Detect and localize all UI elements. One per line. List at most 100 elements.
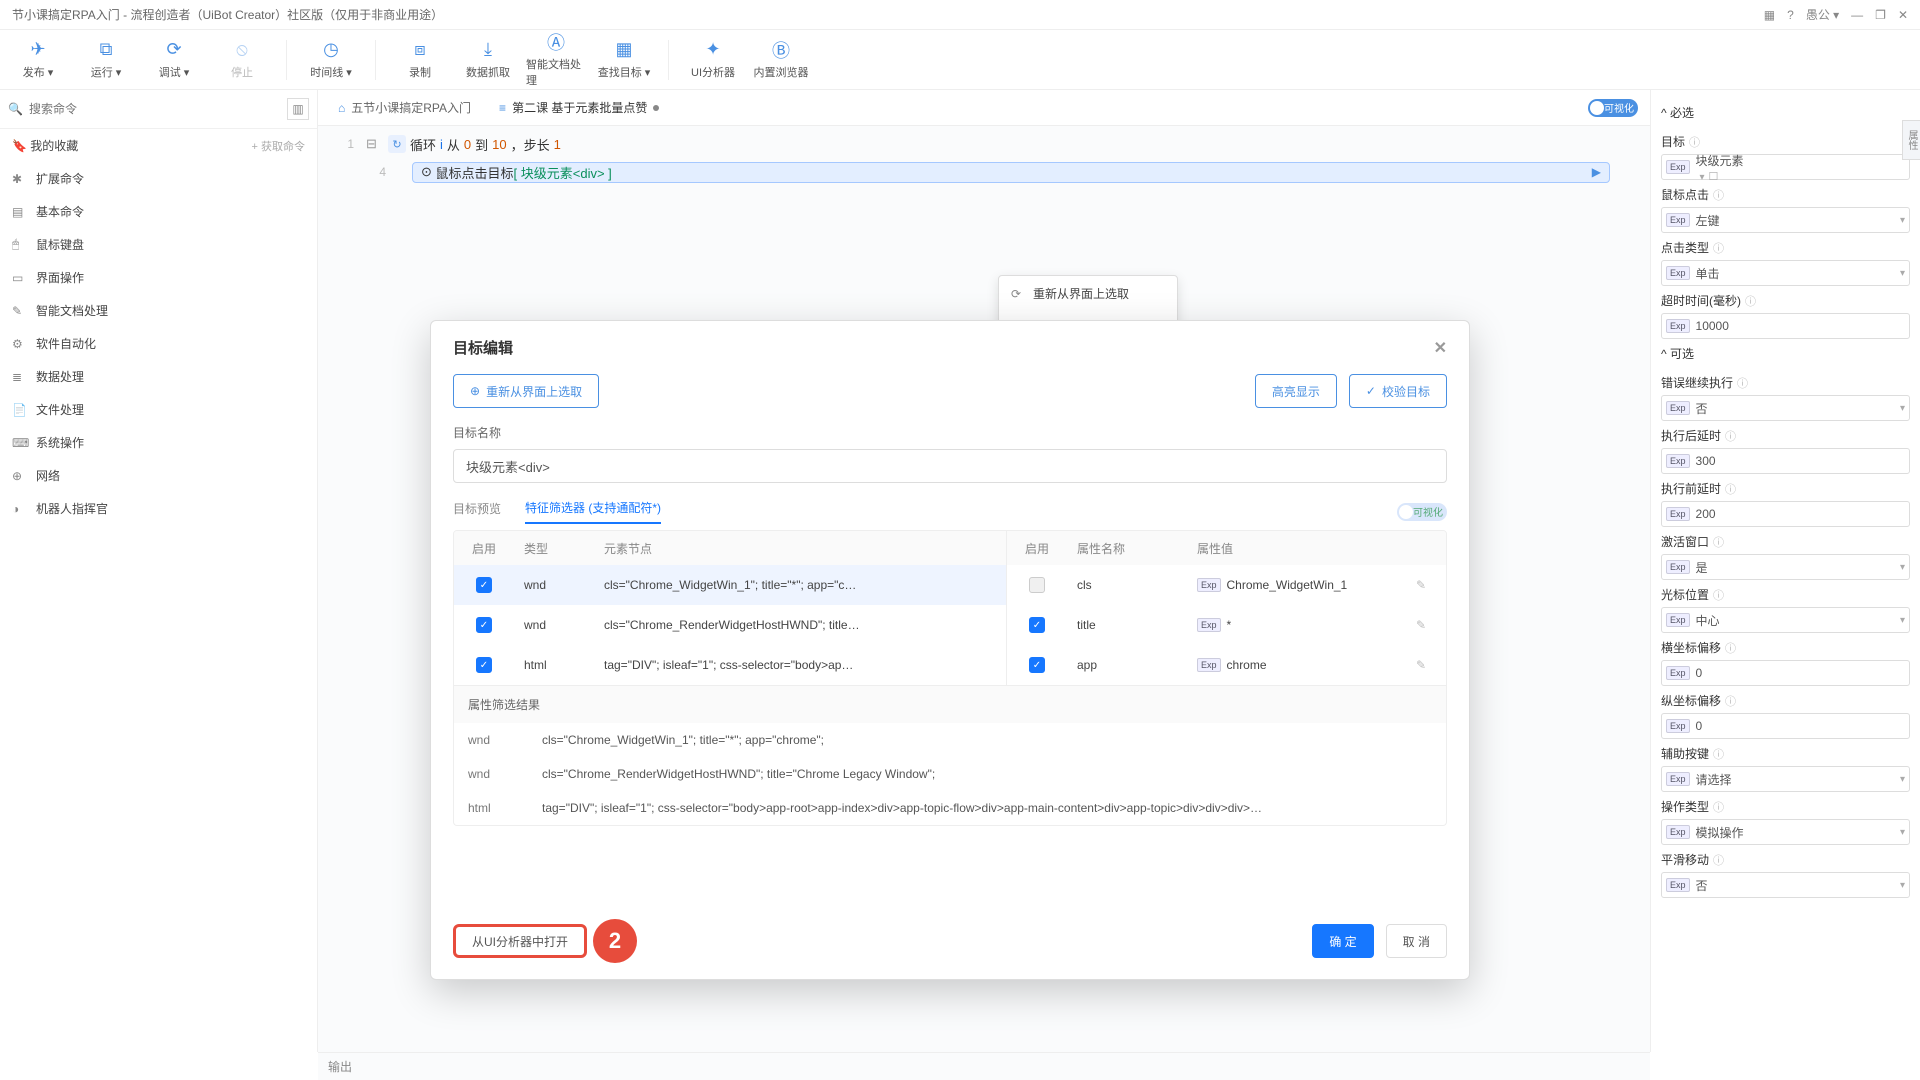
reselect-button[interactable]: ⊕ 重新从界面上选取: [453, 374, 599, 408]
toolbar-智能文档处理[interactable]: Ⓐ智能文档处理: [526, 32, 586, 87]
checkbox[interactable]: ✓: [1029, 657, 1045, 673]
run-step-icon[interactable]: ▶: [1592, 165, 1601, 179]
editor-tab[interactable]: ⌂五节小课搞定RPA入门: [326, 90, 483, 126]
info-icon[interactable]: ⓘ: [1713, 534, 1724, 550]
ok-button[interactable]: 确 定: [1312, 924, 1373, 958]
tab-preview[interactable]: 目标预览: [453, 500, 501, 523]
checkbox[interactable]: ✓: [476, 617, 492, 633]
toolbar-内置浏览器[interactable]: Ⓑ内置浏览器: [751, 32, 811, 87]
prop-field-target[interactable]: Exp块级元素▾☐: [1661, 154, 1910, 180]
info-icon[interactable]: ⓘ: [1713, 587, 1724, 603]
verify-button[interactable]: ✓ 校验目标: [1349, 374, 1447, 408]
modal-close-button[interactable]: ✕: [1434, 338, 1447, 358]
info-icon[interactable]: ⓘ: [1725, 481, 1736, 497]
sidebar-item[interactable]: ✱扩展命令: [0, 162, 317, 195]
highlight-button[interactable]: 高亮显示: [1255, 374, 1337, 408]
info-icon[interactable]: ⓘ: [1713, 187, 1724, 203]
modal-visual-toggle[interactable]: 可视化: [1413, 504, 1443, 519]
checkbox[interactable]: ✓: [1029, 617, 1045, 633]
sidebar-item[interactable]: ▭界面操作: [0, 261, 317, 294]
sidebar-item-favorites[interactable]: 🔖 我的收藏 + 获取命令: [0, 129, 317, 162]
attribute-row[interactable]: ✓appExp chrome✎: [1007, 645, 1446, 685]
tab-filter[interactable]: 特征筛选器 (支持通配符*): [525, 499, 661, 524]
prop-field-voff[interactable]: Exp0: [1661, 713, 1910, 739]
toolbar-发布 ▾[interactable]: ✈发布 ▾: [8, 32, 68, 87]
prop-field-cursor[interactable]: Exp中心▾: [1661, 607, 1910, 633]
edit-icon[interactable]: ✎: [1406, 658, 1446, 672]
output-bar[interactable]: 输出: [318, 1052, 1650, 1080]
element-row[interactable]: ✓wndcls="Chrome_RenderWidgetHostHWND"; t…: [454, 605, 1006, 645]
editor-tab[interactable]: ≡第二课 基于元素批量点赞: [487, 90, 671, 126]
apps-icon[interactable]: ▦: [1764, 8, 1775, 22]
code-line-4[interactable]: 4 ⊙ 鼠标点击目标 [ 块级元素<div> ] ▶: [318, 158, 1650, 186]
prop-field-optype[interactable]: Exp模拟操作▾: [1661, 819, 1910, 845]
toolbar-停止[interactable]: ⦸停止: [212, 32, 272, 87]
sidebar-item[interactable]: ◑机器人指挥官: [0, 492, 317, 525]
toggle-list-icon[interactable]: ▥: [287, 98, 309, 120]
side-tab-properties[interactable]: 属性: [1902, 120, 1920, 160]
info-icon[interactable]: ⓘ: [1713, 852, 1724, 868]
edit-icon[interactable]: ✎: [1406, 578, 1446, 592]
prop-field-smooth[interactable]: Exp否▾: [1661, 872, 1910, 898]
prop-field-after[interactable]: Exp300: [1661, 448, 1910, 474]
prop-section[interactable]: ^ 必选: [1661, 98, 1910, 127]
element-row[interactable]: ✓wndcls="Chrome_WidgetWin_1"; title="*";…: [454, 565, 1006, 605]
prop-field-ctype[interactable]: Exp单击▾: [1661, 260, 1910, 286]
sidebar-item[interactable]: ⌨系统操作: [0, 426, 317, 459]
info-icon[interactable]: ⓘ: [1725, 693, 1736, 709]
toolbar-UI分析器[interactable]: ✦UI分析器: [683, 32, 743, 87]
get-command-link[interactable]: + 获取命令: [252, 138, 305, 154]
edit-icon[interactable]: ☐: [1709, 171, 1719, 183]
checkbox[interactable]: ✓: [476, 577, 492, 593]
toolbar-时间线 ▾[interactable]: ◷时间线 ▾: [301, 32, 361, 87]
prop-field-click[interactable]: Exp左键▾: [1661, 207, 1910, 233]
edit-icon[interactable]: ✎: [1406, 618, 1446, 632]
close-icon[interactable]: ✕: [1898, 8, 1908, 22]
checkbox[interactable]: [1029, 577, 1045, 593]
info-icon[interactable]: ⓘ: [1745, 293, 1756, 309]
maximize-icon[interactable]: ❐: [1875, 8, 1886, 22]
toolbar-数据抓取[interactable]: ⤓数据抓取: [458, 32, 518, 87]
sidebar-item[interactable]: 🖱鼠标键盘: [0, 228, 317, 261]
visual-toggle[interactable]: 可视化: [1588, 99, 1638, 117]
toolbar-运行 ▾[interactable]: ⧉运行 ▾: [76, 32, 136, 87]
sidebar-item[interactable]: ▤基本命令: [0, 195, 317, 228]
element-row[interactable]: ✓htmltag="DIV"; isleaf="1"; css-selector…: [454, 645, 1006, 685]
checkbox[interactable]: ✓: [476, 657, 492, 673]
sidebar-item[interactable]: ⊕网络: [0, 459, 317, 492]
sidebar-item[interactable]: ≣数据处理: [0, 360, 317, 393]
info-icon[interactable]: ⓘ: [1713, 799, 1724, 815]
toolbar-调试 ▾[interactable]: ⟳调试 ▾: [144, 32, 204, 87]
toolbar-查找目标 ▾[interactable]: ▦查找目标 ▾: [594, 32, 654, 87]
info-icon[interactable]: ⓘ: [1689, 134, 1700, 150]
info-icon[interactable]: ⓘ: [1725, 640, 1736, 656]
prop-field-timeout[interactable]: Exp10000: [1661, 313, 1910, 339]
code-line-1[interactable]: 1 ⊟ ↻ 循环 i 从 0 到 10 ，步长 1: [318, 130, 1650, 158]
prop-field-act[interactable]: Exp是▾: [1661, 554, 1910, 580]
minimize-icon[interactable]: —: [1851, 8, 1863, 22]
sidebar-item[interactable]: 📄文件处理: [0, 393, 317, 426]
sidebar-item[interactable]: ✎智能文档处理: [0, 294, 317, 327]
prop-field-err[interactable]: Exp否▾: [1661, 395, 1910, 421]
fold-icon[interactable]: ⊟: [366, 136, 380, 152]
info-icon[interactable]: ⓘ: [1713, 746, 1724, 762]
prop-field-before[interactable]: Exp200: [1661, 501, 1910, 527]
attribute-row[interactable]: clsExp Chrome_WidgetWin_1✎: [1007, 565, 1446, 605]
context-menu-item[interactable]: ⟳重新从界面上选取: [999, 276, 1177, 311]
selected-step[interactable]: ⊙ 鼠标点击目标 [ 块级元素<div> ] ▶: [412, 162, 1610, 183]
prop-section[interactable]: ^ 可选: [1661, 339, 1910, 368]
prop-field-hoff[interactable]: Exp0: [1661, 660, 1910, 686]
prop-field-aux[interactable]: Exp请选择▾: [1661, 766, 1910, 792]
target-name-input[interactable]: 块级元素<div>: [453, 449, 1447, 483]
sidebar-item[interactable]: ⚙软件自动化: [0, 327, 317, 360]
info-icon[interactable]: ⓘ: [1713, 240, 1724, 256]
user-menu[interactable]: 愚公 ▾: [1806, 6, 1839, 23]
toolbar-录制[interactable]: ⧈录制: [390, 32, 450, 87]
command-search-input[interactable]: [29, 102, 281, 116]
cancel-button[interactable]: 取 消: [1386, 924, 1447, 958]
open-in-ui-analyzer-button[interactable]: 从UI分析器中打开: [453, 924, 587, 958]
info-icon[interactable]: ⓘ: [1725, 428, 1736, 444]
attribute-row[interactable]: ✓titleExp *✎: [1007, 605, 1446, 645]
info-icon[interactable]: ⓘ: [1737, 375, 1748, 391]
help-icon[interactable]: ?: [1787, 8, 1794, 22]
